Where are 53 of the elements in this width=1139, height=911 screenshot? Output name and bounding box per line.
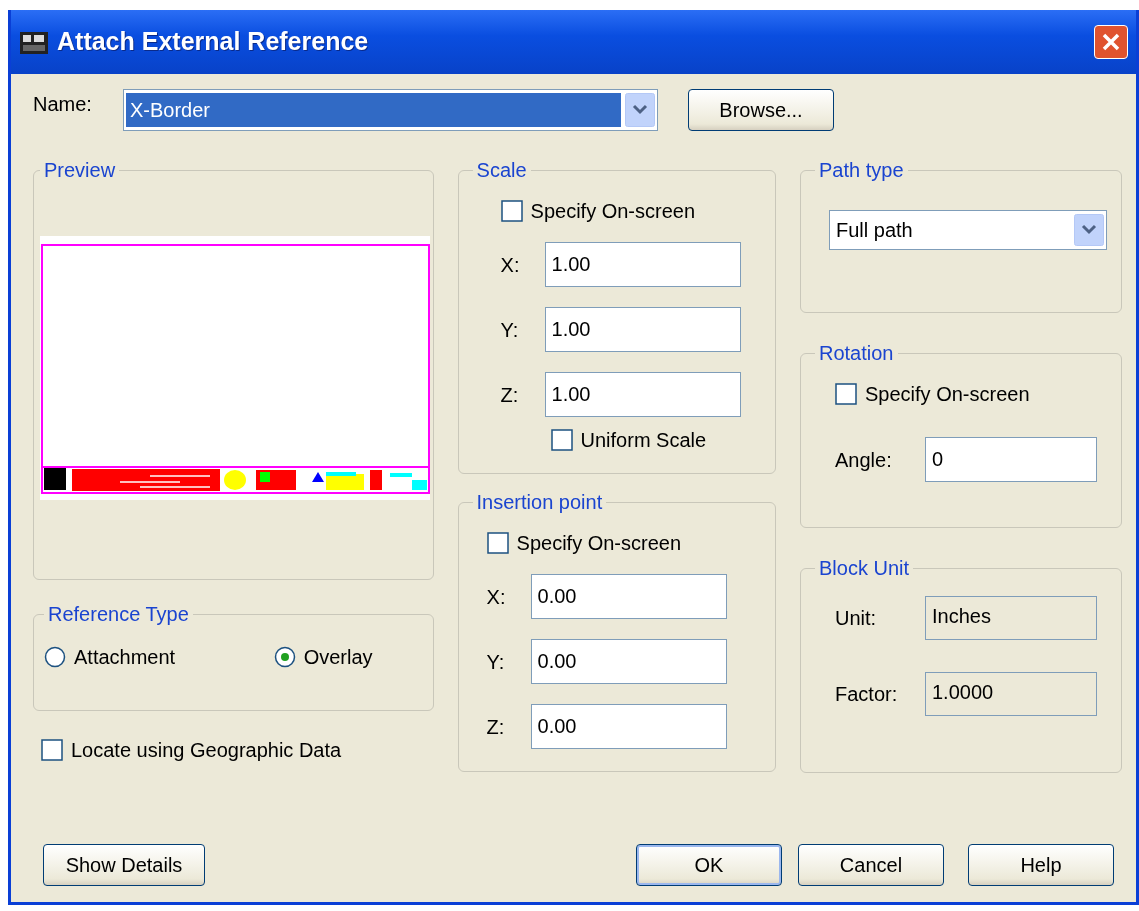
group-title: Reference Type [47,604,190,624]
browse-button[interactable]: Browse... [688,89,834,131]
ok-button[interactable]: OK [636,844,782,886]
radio-label: Overlay [303,645,373,670]
axis-label: Z: [486,714,506,740]
axis-label: Y: [500,317,520,343]
group-title: Rotation [818,343,895,363]
axis-label: Z: [500,382,520,408]
scale-field[interactable]: 1.00 [544,372,741,417]
checkbox[interactable] [41,739,63,761]
checkbox[interactable] [486,532,509,554]
radio-label: Attachment [74,645,176,670]
close-icon [1100,31,1122,53]
axis-label: X: [486,584,507,610]
scale-field[interactable]: 1.00 [544,242,741,287]
insertion-field[interactable]: 0.00 [530,574,727,619]
group-title: Preview [43,160,117,180]
angle-label: Angle: [835,447,893,473]
checkbox[interactable] [550,429,573,451]
unit-label: Unit: [835,606,878,631]
radio-button[interactable] [273,646,296,668]
group-title: Block Unit [818,558,911,578]
app-icon [19,29,49,55]
checkbox-label: Specify On-screen [530,199,696,224]
group-title: Insertion point [475,492,604,512]
axis-label: X: [500,252,521,278]
path-type-dropdown[interactable]: Full path [829,210,1107,250]
angle-field[interactable]: 0 [925,437,1097,482]
axis-label: Y: [486,649,506,675]
chevron-icon[interactable] [1074,214,1104,246]
checkbox-label: Uniform Scale [580,428,707,453]
group-title: Path type [818,160,905,180]
cancel-button[interactable]: Cancel [798,844,944,886]
checkbox-label: Specify On-screen [865,382,1030,407]
group-title: Scale [475,160,528,180]
checkbox-label: Specify On-screen [516,531,682,556]
checkbox[interactable] [500,200,523,222]
close-button[interactable] [1094,25,1128,59]
chevron-icon[interactable] [625,93,655,127]
help-button[interactable]: Help [968,844,1114,886]
scale-field[interactable]: 1.00 [544,307,741,352]
unit-value: Inches [925,596,1097,640]
factor-value: 1.0000 [925,672,1097,716]
show-details-button[interactable]: Show Details [43,844,205,886]
checkbox[interactable] [835,383,857,405]
factor-label: Factor: [835,682,899,707]
window-title: Attach External Reference [57,26,370,58]
radio-button[interactable] [44,646,66,668]
insertion-field[interactable]: 0.00 [530,639,727,684]
name-label: Name: [33,92,93,117]
name-combo-box[interactable]: X-Border [123,89,658,131]
insertion-field[interactable]: 0.00 [530,704,727,749]
checkbox-label: Locate using Geographic Data [71,738,342,763]
